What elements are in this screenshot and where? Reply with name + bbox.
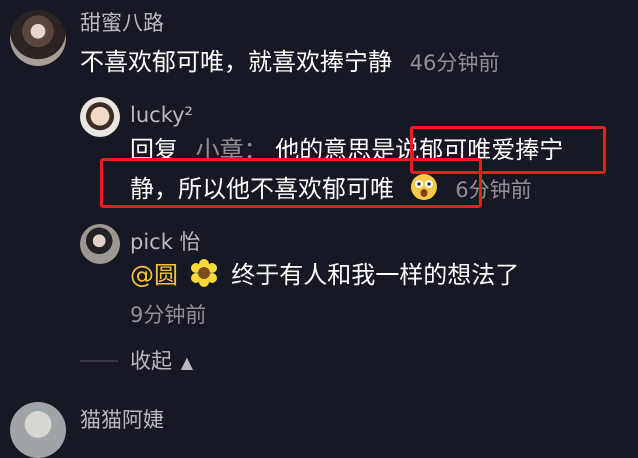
comment-username[interactable]: 甜蜜八路 — [80, 9, 164, 37]
comment-time: 46分钟前 — [409, 51, 500, 75]
comment-text-body: 不喜欢郁可唯，就喜欢捧宁静 — [80, 48, 392, 76]
highlight-box — [100, 158, 482, 208]
reply-text: @圆 终于有人和我一样的想法了 — [130, 258, 519, 292]
reply-username[interactable]: pick 怡 — [130, 228, 201, 256]
reply-time: 9分钟前 — [130, 303, 207, 327]
collapse-label: 收起 — [130, 349, 172, 373]
collapse-divider — [80, 360, 118, 362]
avatar[interactable] — [10, 10, 66, 66]
chevron-up-icon: ▲ — [180, 353, 193, 372]
comment-text: 不喜欢郁可唯，就喜欢捧宁静 46分钟前 — [80, 45, 499, 80]
reply-avatar[interactable] — [80, 97, 120, 137]
collapse-button[interactable]: 收起 ▲ — [130, 347, 193, 377]
reply-avatar[interactable] — [80, 224, 120, 264]
comment-username[interactable]: 猫猫阿婕 — [80, 406, 164, 434]
mention-link[interactable]: @圆 — [130, 261, 178, 289]
avatar[interactable] — [10, 402, 66, 458]
sunflower-icon — [190, 259, 218, 287]
reply-username[interactable]: lucky² — [130, 101, 193, 129]
reply-body: 终于有人和我一样的想法了 — [231, 261, 520, 289]
